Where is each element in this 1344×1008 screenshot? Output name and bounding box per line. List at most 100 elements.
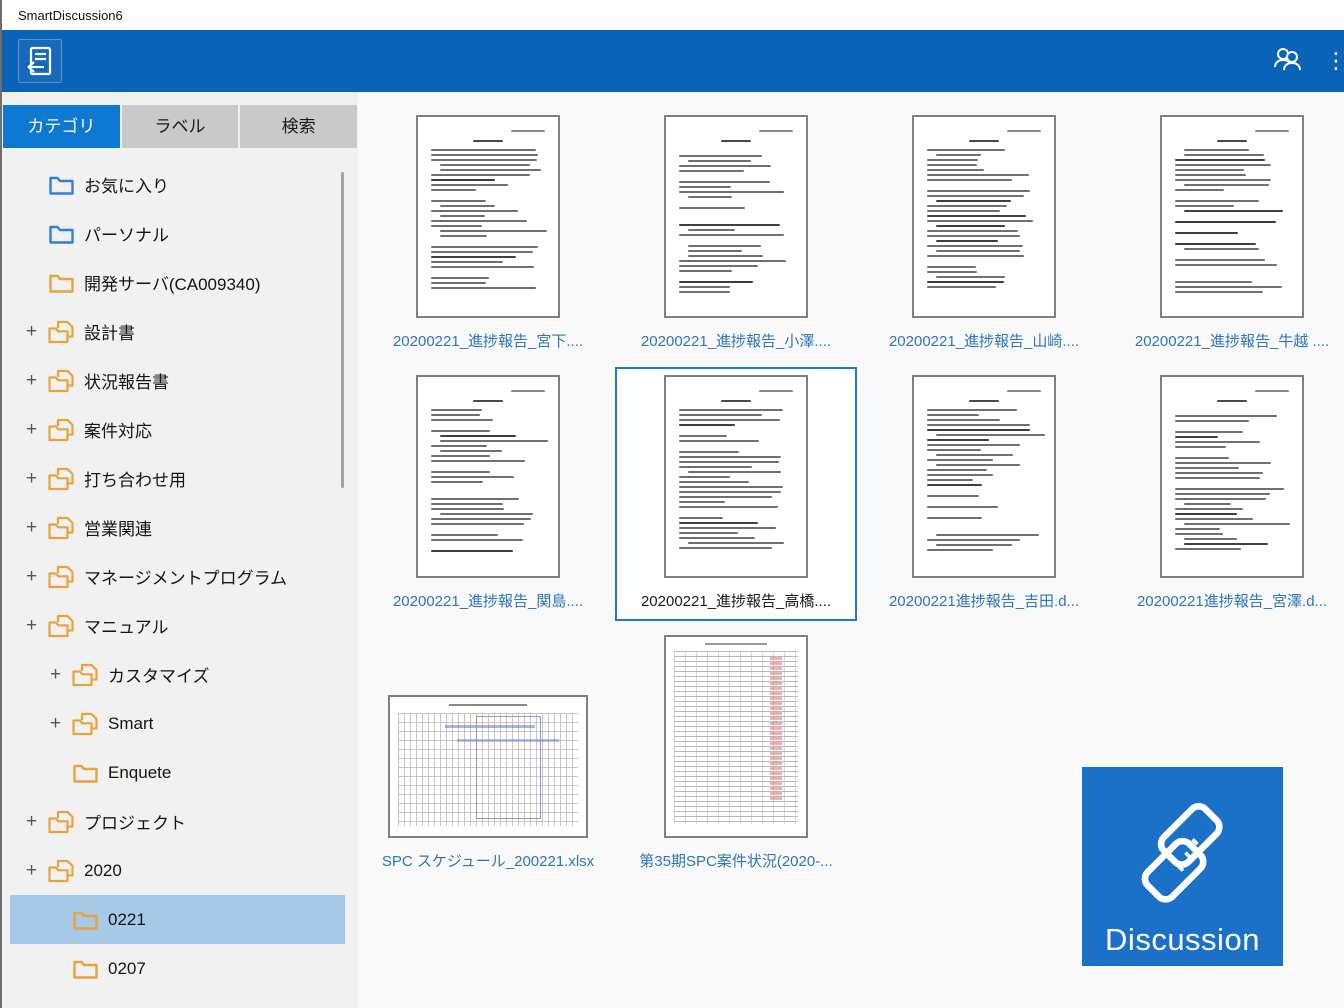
document-title: 第35期SPC案件状況(2020-... [616,851,856,873]
tree-item-label: お気に入り [84,172,169,197]
folder-icon [72,957,99,981]
sidebar-tabs: カテゴリ ラベル 検索 [3,105,357,148]
main-area: カテゴリ ラベル 検索 + お気に入り + [0,92,1344,1008]
document-tile[interactable]: SPC スケジュール_200221.xlsx [364,635,612,895]
window-title: SmartDiscussion6 [18,8,123,23]
app-header-bar: ⋮ [0,30,1344,92]
tree-item[interactable]: + プロジェクト [10,797,345,846]
tree-item[interactable]: + 0207 [10,944,345,993]
document-tile[interactable]: 20200221進捗報告_宮澤.d... [1108,375,1344,635]
tree-item-label: 営業関連 [84,515,152,540]
folder-icon [72,663,99,687]
tab-category[interactable]: カテゴリ [3,105,120,148]
vertical-ellipsis-icon[interactable]: ⋮ [1328,30,1344,92]
tree-item-label: パーソナル [84,221,169,246]
document-title: 20200221進捗報告_宮澤.d... [1112,591,1344,613]
document-tile[interactable]: 20200221_進捗報告_関島.... [364,375,612,635]
document-tile[interactable]: 20200221_進捗報告_高橋.... [612,375,860,635]
tree-item[interactable]: + マネージメントプログラム [10,552,345,601]
tree-item[interactable]: + 打ち合わせ用 [10,454,345,503]
expand-plus-icon[interactable]: + [26,321,48,343]
folder-icon [48,320,75,344]
tree-item[interactable]: + パーソナル [10,209,345,258]
tree-item-label: Smart [108,714,153,734]
document-tile[interactable]: 20200221_進捗報告_小澤.... [612,115,860,375]
tree-item-label: 状況報告書 [84,368,169,393]
document-tile[interactable]: 20200221進捗報告_吉田.d... [860,375,1108,635]
document-thumbnail [1108,115,1344,318]
expand-plus-icon[interactable]: + [50,664,72,686]
tree-item-label: 2020 [84,861,122,881]
document-title: 20200221_進捗報告_宮下.... [368,331,608,353]
people-icon[interactable] [1272,45,1304,78]
tree-item[interactable]: + 設計書 [10,307,345,356]
folder-icon [48,614,75,638]
tree-item[interactable]: + 状況報告書 [10,356,345,405]
tree-item-label: 打ち合わせ用 [84,466,186,491]
document-thumbnail [1108,375,1344,578]
document-thumbnail [364,115,612,318]
folder-icon [48,222,75,246]
document-title: 20200221_進捗報告_山崎.... [864,331,1104,353]
expand-plus-icon[interactable]: + [26,370,48,392]
expand-plus-icon[interactable]: + [50,713,72,735]
tree-item[interactable]: + カスタマイズ [10,650,345,699]
document-thumbnail [860,115,1108,318]
tree-item[interactable]: + Enquete [10,748,345,797]
folder-icon [48,173,75,197]
folder-icon [48,810,75,834]
discussion-s-mark-icon [1123,794,1243,922]
folder-icon [48,369,75,393]
tree-item[interactable]: + マニュアル [10,601,345,650]
tree-item-label: カスタマイズ [108,662,210,687]
logo-text: Discussion [1105,922,1260,958]
folder-icon [48,271,75,295]
folder-icon [72,761,99,785]
document-thumbnail [612,635,860,838]
document-thumbnail [860,375,1108,578]
document-tile[interactable]: 20200221_進捗報告_山崎.... [860,115,1108,375]
expand-plus-icon[interactable]: + [26,811,48,833]
folder-tree: + お気に入り + パーソナル + [0,160,358,993]
expand-plus-icon[interactable]: + [26,615,48,637]
folder-icon [48,418,75,442]
tree-item[interactable]: + 2020 [10,846,345,895]
tab-search[interactable]: 検索 [240,105,357,148]
expand-plus-icon[interactable]: + [26,566,48,588]
document-thumbnail [364,375,612,578]
folder-icon [48,565,75,589]
tree-item[interactable]: + 0221 [10,895,345,944]
folder-icon [48,516,75,540]
tree-item-label: 設計書 [84,319,135,344]
tree-item-label: 開発サーバ(CA009340) [84,270,261,295]
expand-plus-icon[interactable]: + [26,517,48,539]
tree-item[interactable]: + Smart [10,699,345,748]
document-grid-area: 20200221_進捗報告_宮下.... 20200221_進捗報告_小澤...… [358,92,1344,1008]
tab-label[interactable]: ラベル [122,105,239,148]
document-tile[interactable]: 第35期SPC案件状況(2020-... [612,635,860,895]
people-glyph [1272,45,1304,73]
tree-scrollbar[interactable] [341,172,344,488]
folder-icon [72,712,99,736]
tree-item[interactable]: + 営業関連 [10,503,345,552]
tree-item-label: 案件対応 [84,417,152,442]
sidebar: カテゴリ ラベル 検索 + お気に入り + [0,92,358,1008]
folder-icon [48,859,75,883]
tree-item-label: 0221 [108,910,146,930]
expand-plus-icon[interactable]: + [26,860,48,882]
document-title: 20200221_進捗報告_小澤.... [616,331,856,353]
document-tile[interactable]: 20200221_進捗報告_宮下.... [364,115,612,375]
document-thumbnail [612,375,860,578]
document-tile[interactable]: 20200221_進捗報告_牛越 .... [1108,115,1344,375]
tree-item-label: プロジェクト [84,809,186,834]
exit-document-icon[interactable] [18,39,62,83]
tree-item[interactable]: + 開発サーバ(CA009340) [10,258,345,307]
document-thumbnail [612,115,860,318]
tree-item[interactable]: + 案件対応 [10,405,345,454]
expand-plus-icon[interactable]: + [26,419,48,441]
tree-item[interactable]: + お気に入り [10,160,345,209]
expand-plus-icon[interactable]: + [26,468,48,490]
document-title: 20200221_進捗報告_牛越 .... [1112,331,1344,353]
document-title: 20200221_進捗報告_関島.... [368,591,608,613]
window-title-bar: SmartDiscussion6 [0,0,1344,30]
